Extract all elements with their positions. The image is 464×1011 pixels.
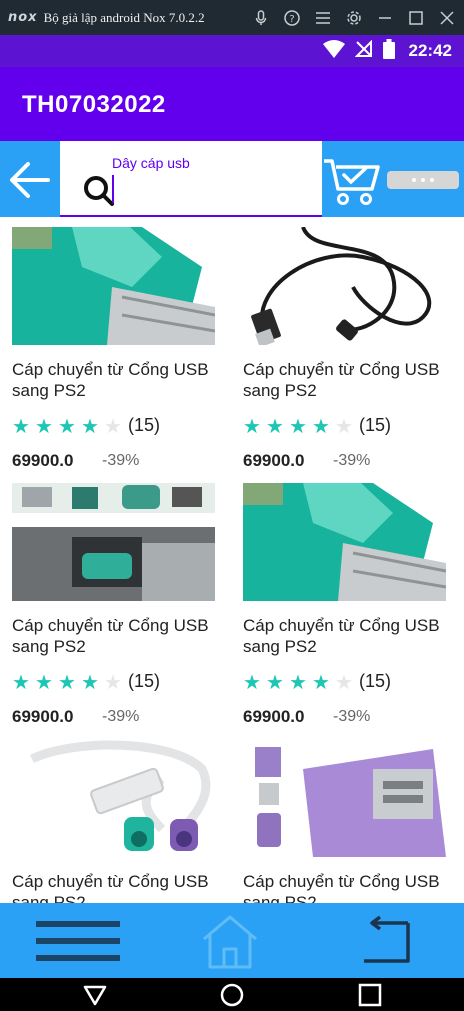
nox-logo: nox [8,10,38,25]
home-icon [203,915,257,969]
product-card[interactable]: Cáp chuyển từ Cổng USB sang PS2★★★★★(15)… [231,729,463,903]
product-name[interactable]: Cáp chuyển từ Cổng USB sang PS2 [12,615,227,657]
star-icon: ★ [312,413,330,438]
star-icon: ★ [243,413,261,438]
nav-menu-button[interactable] [34,913,122,969]
star-icon: ★ [35,413,53,438]
product-image[interactable] [12,227,215,345]
wifi-icon [322,39,345,63]
product-card[interactable]: Cáp chuyển từ Cổng USB sang PS2★★★★★(15)… [231,217,463,473]
product-price: 69900.0 [12,451,74,470]
product-name[interactable]: Cáp chuyển từ Cổng USB sang PS2 [243,359,458,401]
search-box[interactable] [60,141,322,217]
svg-text:?: ? [289,14,294,25]
star-icon: ★ [104,669,122,694]
shopping-cart-icon [324,159,380,205]
nav-back-button[interactable] [358,915,414,967]
product-image[interactable] [243,227,446,345]
microphone-icon[interactable] [252,9,270,27]
star-icon: ★ [12,413,30,438]
settings-icon[interactable] [345,9,363,27]
product-grid[interactable]: Cáp chuyển từ Cổng USB sang PS2 ★ ★ ★ ★ ★ (15)… [0,217,464,903]
star-icon: ★ [81,669,99,694]
product-card[interactable]: Cáp chuyển từ Cổng USB sang PS2★★★★★(15)… [231,473,463,729]
text-cursor [112,175,114,203]
arrow-left-icon [10,162,50,198]
discount-badge: -39% [102,452,140,469]
star-icon: ★ [289,413,307,438]
star-icon: ★ [58,669,76,694]
minimize-icon[interactable] [376,9,394,27]
review-count: (15) [359,671,392,691]
search-toolbar [0,141,464,217]
nav-home-button[interactable] [200,913,260,969]
star-icon: ★ [289,669,307,694]
search-input[interactable] [112,155,312,171]
system-navigation-bar [0,978,464,1011]
product-card[interactable]: Cáp chuyển từ Cổng USB sang PS2★★★★★(15)… [0,729,232,903]
star-icon: ★ [335,413,353,438]
star-icon: ★ [335,669,353,694]
product-name[interactable]: Cáp chuyển từ Cổng USB sang PS2 [243,871,458,903]
review-count: (15) [359,415,392,435]
close-icon[interactable] [438,9,456,27]
battery-icon [382,38,395,64]
emulator-title-bar: nox Bộ giả lập android Nox 7.0.2.2 ? [0,0,464,35]
hamburger-menu-icon [36,921,120,961]
product-image[interactable] [12,483,215,601]
return-icon [364,915,410,963]
product-price: 69900.0 [243,707,305,726]
star-icon: ★ [35,669,53,694]
star-icon: ★ [58,413,76,438]
product-price: 69900.0 [243,451,305,470]
discount-badge: -39% [333,708,371,725]
more-dots-icon [412,178,416,182]
discount-badge: -39% [102,708,140,725]
system-home-icon[interactable] [219,982,245,1008]
star-icon: ★ [104,413,122,438]
cart-button[interactable] [322,151,380,209]
more-options-button[interactable] [387,171,459,189]
menu-icon[interactable] [314,9,332,27]
star-icon: ★ [12,669,30,694]
star-icon: ★ [81,413,99,438]
product-price: 69900.0 [12,707,74,726]
product-name[interactable]: Cáp chuyển từ Cổng USB sang PS2 [12,359,227,401]
product-rating: ★ ★ ★ ★ ★ (15) [243,671,391,692]
product-rating: ★ ★ ★ ★ ★ (15) [243,415,391,436]
back-arrow-button[interactable] [4,155,54,205]
product-name[interactable]: Cáp chuyển từ Cổng USB sang PS2 [12,871,227,903]
product-rating: ★ ★ ★ ★ ★ (15) [12,415,160,436]
discount-badge: -39% [333,452,371,469]
product-image[interactable] [12,739,215,857]
app-title: TH07032022 [22,91,166,118]
star-icon: ★ [266,669,284,694]
product-image[interactable] [243,739,446,857]
emulator-title: Bộ giả lập android Nox 7.0.2.2 [43,9,205,25]
maximize-icon[interactable] [407,9,425,27]
product-image[interactable] [243,483,446,601]
product-card[interactable]: Cáp chuyển từ Cổng USB sang PS2★★★★★(15)… [0,473,232,729]
status-time: 22:42 [408,41,452,60]
star-icon: ★ [312,669,330,694]
review-count: (15) [128,415,161,435]
status-bar: 22:42 [0,35,464,67]
help-icon[interactable]: ? [283,9,301,27]
app-bar: TH07032022 [0,67,464,141]
no-signal-icon [354,39,373,63]
star-icon: ★ [266,413,284,438]
review-count: (15) [128,671,161,691]
product-rating: ★ ★ ★ ★ ★ (15) [12,671,160,692]
product-name[interactable]: Cáp chuyển từ Cổng USB sang PS2 [243,615,458,657]
product-card[interactable]: Cáp chuyển từ Cổng USB sang PS2★★★★★(15)… [0,217,232,473]
system-back-icon[interactable] [82,982,108,1008]
bottom-navigation [0,903,464,978]
star-icon: ★ [243,669,261,694]
system-recents-icon[interactable] [357,982,383,1008]
